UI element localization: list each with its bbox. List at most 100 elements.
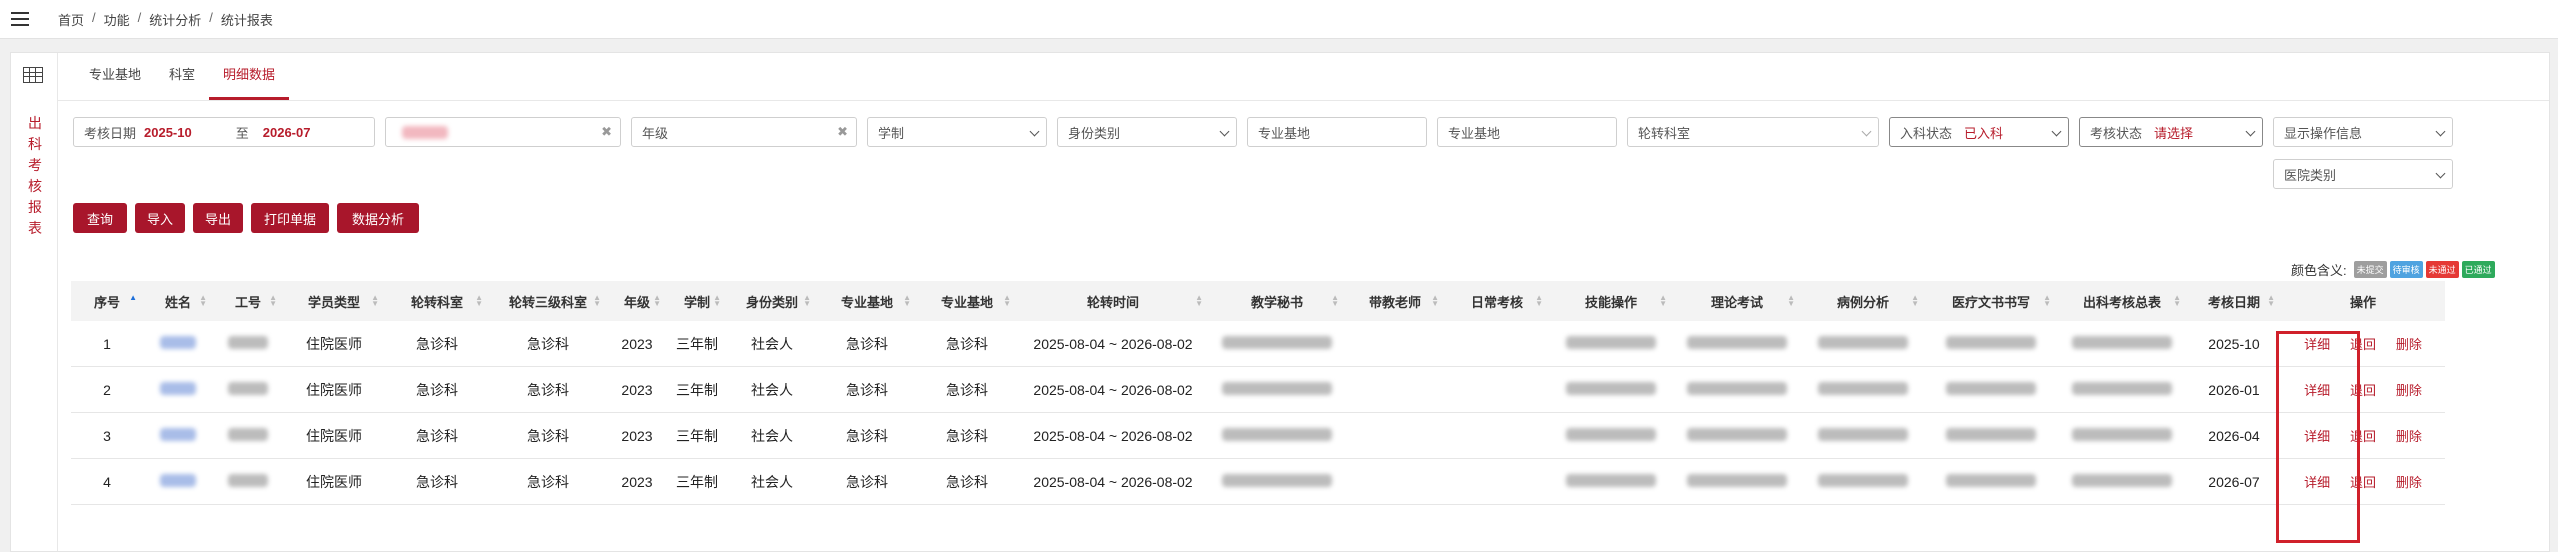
sort-icon[interactable]: ▲ ▼ bbox=[713, 294, 721, 308]
sort-icon[interactable]: ▲ ▼ bbox=[1003, 294, 1011, 308]
column-header[interactable]: 病例分析 ▲ ▼ bbox=[1801, 281, 1925, 321]
admission-status-select[interactable]: 入科状态 已入科 bbox=[1889, 117, 2069, 147]
cell-grade: 2023 bbox=[607, 366, 667, 413]
delete-link[interactable]: 删除 bbox=[2396, 337, 2422, 352]
print-button[interactable]: 打印单据 bbox=[251, 203, 329, 233]
identity-select[interactable]: 身份类别 bbox=[1057, 117, 1237, 147]
cell-teaching-secretary bbox=[1209, 458, 1345, 505]
column-header[interactable]: 出科考核总表 ▲ ▼ bbox=[2057, 281, 2187, 321]
menu-toggle-icon[interactable] bbox=[0, 0, 40, 38]
sort-icon[interactable]: ▲ ▼ bbox=[1659, 294, 1667, 308]
table-row[interactable]: 3 住院医师 急诊科 急诊科 2023 三年制 社会人 急诊科 急诊科 2025… bbox=[71, 412, 2445, 459]
sort-icon[interactable]: ▲ ▼ bbox=[1535, 294, 1543, 308]
sort-icon[interactable]: ▲ ▼ bbox=[199, 294, 207, 308]
detail-link[interactable]: 详细 bbox=[2304, 383, 2330, 398]
delete-link[interactable]: 删除 bbox=[2396, 429, 2422, 444]
column-header[interactable]: 轮转科室 ▲ ▼ bbox=[385, 281, 489, 321]
sort-icon[interactable]: ▲ ▼ bbox=[371, 294, 379, 308]
column-header[interactable]: 专业基地 ▲ ▼ bbox=[817, 281, 917, 321]
column-header[interactable]: 教学秘书 ▲ ▼ bbox=[1209, 281, 1345, 321]
sort-icon[interactable]: ▲ ▼ bbox=[593, 294, 601, 308]
return-link[interactable]: 退回 bbox=[2350, 383, 2376, 398]
cell-base-2: 急诊科 bbox=[917, 366, 1017, 413]
sort-icon[interactable]: ▲ ▼ bbox=[2173, 294, 2181, 308]
table-row[interactable]: 4 住院医师 急诊科 急诊科 2023 三年制 社会人 急诊科 急诊科 2025… bbox=[71, 458, 2445, 505]
sort-asc-icon[interactable]: ▲ bbox=[129, 294, 137, 302]
delete-link[interactable]: 删除 bbox=[2396, 475, 2422, 490]
column-header[interactable]: 身份类别 ▲ ▼ bbox=[727, 281, 817, 321]
sort-icon[interactable]: ▲ ▼ bbox=[1431, 294, 1439, 308]
column-header[interactable]: 序号 ▲ bbox=[71, 281, 143, 321]
column-header[interactable]: 姓名 ▲ ▼ bbox=[143, 281, 213, 321]
table-row[interactable]: 1 住院医师 急诊科 急诊科 2023 三年制 社会人 急诊科 急诊科 2025… bbox=[71, 321, 2445, 367]
column-header[interactable]: 学制 ▲ ▼ bbox=[667, 281, 727, 321]
table-grid-icon[interactable] bbox=[23, 67, 43, 83]
breadcrumb-function[interactable]: 功能 bbox=[104, 10, 130, 29]
query-button[interactable]: 查询 bbox=[73, 203, 127, 233]
cell-exam-summary bbox=[2057, 412, 2187, 459]
program-select[interactable]: 学制 bbox=[867, 117, 1047, 147]
return-link[interactable]: 退回 bbox=[2350, 429, 2376, 444]
sort-icon[interactable]: ▲ ▼ bbox=[653, 294, 661, 308]
legend-chip-not-submitted: 未提交 bbox=[2353, 261, 2387, 278]
delete-link[interactable]: 删除 bbox=[2396, 383, 2422, 398]
column-header[interactable]: 日常考核 ▲ ▼ bbox=[1445, 281, 1549, 321]
rotation-dept-select[interactable]: 轮转科室 bbox=[1627, 117, 1879, 147]
tab-detail-data[interactable]: 明细数据 bbox=[209, 53, 290, 100]
column-header[interactable]: 理论考试 ▲ ▼ bbox=[1673, 281, 1801, 321]
cell-grade: 2023 bbox=[607, 458, 667, 505]
column-header[interactable]: 工号 ▲ ▼ bbox=[213, 281, 283, 321]
cell-name[interactable] bbox=[143, 321, 213, 367]
grade-select[interactable]: 年级 ✖ bbox=[631, 117, 857, 147]
table-row[interactable]: 2 住院医师 急诊科 急诊科 2023 三年制 社会人 急诊科 急诊科 2025… bbox=[71, 366, 2445, 413]
column-header[interactable]: 学员类型 ▲ ▼ bbox=[283, 281, 385, 321]
sort-icon[interactable]: ▲ ▼ bbox=[2267, 294, 2275, 308]
column-header[interactable]: 医疗文书书写 ▲ ▼ bbox=[1925, 281, 2057, 321]
sort-icon[interactable]: ▲ ▼ bbox=[903, 294, 911, 308]
return-link[interactable]: 退回 bbox=[2350, 337, 2376, 352]
detail-link[interactable]: 详细 bbox=[2304, 475, 2330, 490]
sort-icon[interactable]: ▲ ▼ bbox=[803, 294, 811, 308]
analysis-button[interactable]: 数据分析 bbox=[337, 203, 419, 233]
breadcrumb-statistics[interactable]: 统计分析 bbox=[149, 10, 201, 29]
sort-icon[interactable]: ▲ ▼ bbox=[1911, 294, 1919, 308]
breadcrumb-home[interactable]: 首页 bbox=[58, 10, 84, 29]
tab-department[interactable]: 科室 bbox=[155, 53, 209, 97]
sort-icon[interactable]: ▲ ▼ bbox=[269, 294, 277, 308]
clear-icon[interactable]: ✖ bbox=[837, 124, 848, 140]
hospital-select[interactable]: ✖ bbox=[385, 117, 621, 147]
column-header-exam-date[interactable]: 考核日期 ▲ ▼ bbox=[2187, 281, 2281, 321]
cell-name[interactable] bbox=[143, 458, 213, 505]
professional-base-input-2[interactable]: 专业基地 bbox=[1437, 117, 1617, 147]
exam-status-select[interactable]: 考核状态 请选择 bbox=[2079, 117, 2263, 147]
professional-base-input-1[interactable]: 专业基地 bbox=[1247, 117, 1427, 147]
cell-name[interactable] bbox=[143, 366, 213, 413]
detail-link[interactable]: 详细 bbox=[2304, 429, 2330, 444]
detail-link[interactable]: 详细 bbox=[2304, 337, 2330, 352]
sort-icon[interactable]: ▲ ▼ bbox=[1331, 294, 1339, 308]
return-link[interactable]: 退回 bbox=[2350, 475, 2376, 490]
column-header[interactable]: 技能操作 ▲ ▼ bbox=[1549, 281, 1673, 321]
sort-icon[interactable]: ▲ ▼ bbox=[475, 294, 483, 308]
exam-date-to[interactable]: 2026-07 bbox=[263, 125, 311, 140]
sort-icon[interactable]: ▲ ▼ bbox=[1195, 294, 1203, 308]
column-header[interactable]: 专业基地 ▲ ▼ bbox=[917, 281, 1017, 321]
column-header[interactable]: 年级 ▲ ▼ bbox=[607, 281, 667, 321]
column-header[interactable]: 轮转时间 ▲ ▼ bbox=[1017, 281, 1209, 321]
show-operations-select[interactable]: 显示操作信息 bbox=[2273, 117, 2453, 147]
sort-icon[interactable]: ▲ ▼ bbox=[2043, 294, 2051, 308]
hospital-type-select[interactable]: 医院类别 bbox=[2273, 159, 2453, 189]
column-header[interactable]: 带教老师 ▲ ▼ bbox=[1345, 281, 1445, 321]
cell-name[interactable] bbox=[143, 412, 213, 459]
sort-icon[interactable]: ▲ ▼ bbox=[1787, 294, 1795, 308]
detail-table: 序号 ▲ 姓名 ▲ ▼ 工号 ▲ ▼ 学员类型 ▲ ▼ 轮转科室 ▲ ▼ 轮转三级科室 ▲ ▼ 年级 ▲… bbox=[71, 281, 2445, 505]
cell-grade: 2023 bbox=[607, 321, 667, 367]
export-button[interactable]: 导出 bbox=[193, 203, 243, 233]
cell-theory-exam bbox=[1673, 412, 1801, 459]
tab-professional-base[interactable]: 专业基地 bbox=[75, 53, 155, 97]
exam-date-range[interactable]: 考核日期 2025-10 至 2026-07 bbox=[73, 117, 375, 147]
clear-icon[interactable]: ✖ bbox=[601, 124, 612, 140]
import-button[interactable]: 导入 bbox=[135, 203, 185, 233]
column-header[interactable]: 轮转三级科室 ▲ ▼ bbox=[489, 281, 607, 321]
exam-date-from[interactable]: 2025-10 bbox=[144, 125, 192, 140]
